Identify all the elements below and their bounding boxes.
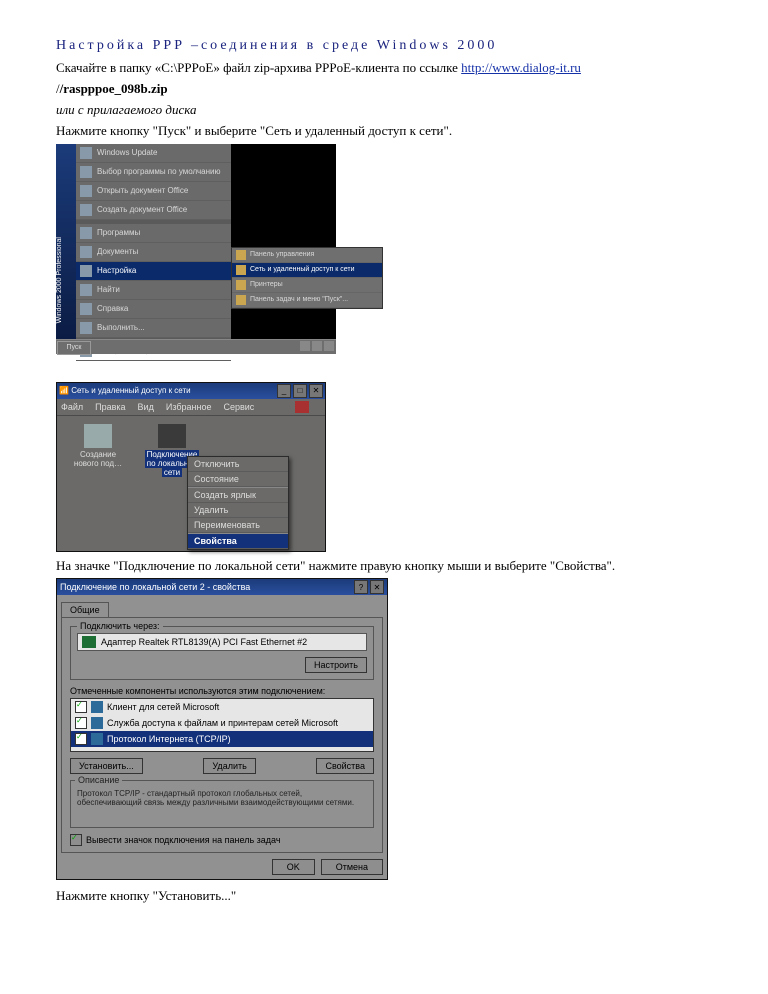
start-item[interactable]: Выбор программы по умолчанию [76,163,231,182]
dialog-title: Подключение по локальной сети 2 - свойст… [60,582,250,592]
submenu-item-network[interactable]: Сеть и удаленный доступ к сети [232,263,382,278]
icon-new-connection[interactable]: Созданиенового под… [63,424,133,468]
page-title: Настройка PPP –соединения в среде Window… [56,38,716,54]
ctx-rename[interactable]: Переименовать [188,518,288,533]
submenu-item-printers[interactable]: Принтеры [232,278,382,293]
window-title: 📶 Сеть и удаленный доступ к сети [59,386,191,395]
group-components-label: Отмеченные компоненты используются этим … [70,686,374,696]
ctx-properties[interactable]: Свойства [188,534,288,549]
components-list[interactable]: Клиент для сетей Microsoft Служба доступ… [70,698,374,752]
ctx-status[interactable]: Состояние [188,472,288,487]
checkbox-icon[interactable] [75,733,87,745]
start-item[interactable]: Windows Update [76,144,231,163]
screenshot-properties-dialog: Подключение по локальной сети 2 - свойст… [56,578,388,880]
checkbox-icon[interactable] [75,701,87,713]
menu-edit[interactable]: Правка [95,402,125,412]
step3-text: Нажмите кнопку "Установить..." [56,888,716,905]
dialog-titlebar: Подключение по локальной сети 2 - свойст… [57,579,387,595]
screenshot-network-folder: 📶 Сеть и удаленный доступ к сети _ □ ✕ Ф… [56,382,326,552]
component-row[interactable]: Служба доступа к файлам и принтерам сете… [71,715,373,731]
install-button[interactable]: Установить... [70,758,143,774]
cancel-button[interactable]: Отмена [321,859,383,875]
context-menu: Отключить Состояние Создать ярлык Удалит… [187,456,289,550]
menu-file[interactable]: Файл [61,402,83,412]
tab-general[interactable]: Общие [61,602,109,617]
step1-text: Нажмите кнопку "Пуск" и выберите "Сеть и… [56,123,716,140]
start-item-find[interactable]: Найти [76,281,231,300]
start-menu: Windows Update Выбор программы по умолча… [76,144,231,349]
lan-connection-icon [158,424,186,448]
menu-view[interactable]: Вид [138,402,154,412]
component-icon [91,701,103,713]
nic-icon [82,636,96,648]
tray-checkbox[interactable] [70,834,82,846]
window-titlebar: 📶 Сеть и удаленный доступ к сети _ □ ✕ [57,383,325,399]
submenu-item-controlpanel[interactable]: Панель управления [232,248,382,263]
step2-text: На значке "Подключение по локальной сети… [56,558,716,575]
start-item-documents[interactable]: Документы [76,243,231,262]
start-button[interactable]: Пуск [57,341,91,355]
tray-checkbox-label: Вывести значок подключения на панель зад… [86,835,281,845]
component-row[interactable]: Клиент для сетей Microsoft [71,699,373,715]
properties-button[interactable]: Свойства [316,758,374,774]
close-button[interactable]: ✕ [309,384,323,398]
maximize-button[interactable]: □ [293,384,307,398]
start-item-settings[interactable]: Настройка [76,262,231,281]
ok-button[interactable]: OK [272,859,315,875]
tray-icons [298,341,334,351]
start-item-run[interactable]: Выполнить... [76,319,231,338]
start-item[interactable]: Открыть документ Office [76,182,231,201]
description-box: Описание Протокол TCP/IP - стандартный п… [70,780,374,828]
ctx-delete[interactable]: Удалить [188,503,288,518]
remove-button[interactable]: Удалить [203,758,255,774]
minimize-button[interactable]: _ [277,384,291,398]
submenu-item-taskbar[interactable]: Панель задач и меню "Пуск"... [232,293,382,308]
component-icon [91,733,103,745]
description-label: Описание [75,775,122,785]
start-item[interactable]: Создать документ Office [76,201,231,220]
menubar: Файл Правка Вид Избранное Сервис [57,399,325,416]
help-button[interactable]: ? [354,580,368,594]
new-connection-icon [84,424,112,448]
menu-favorites[interactable]: Избранное [166,402,212,412]
intro-paragraph: Скачайте в папку «C:\PPPoE» файл zip-арх… [56,60,716,77]
zip-filename: //raspppoe_098b.zip [56,81,716,98]
component-icon [91,717,103,729]
ctx-shortcut[interactable]: Создать ярлык [188,488,288,503]
start-sideband: Windows 2000 Professional [56,144,76,354]
ctx-disconnect[interactable]: Отключить [188,457,288,472]
component-row-tcpip[interactable]: Протокол Интернета (TCP/IP) [71,731,373,747]
start-item-programs[interactable]: Программы [76,224,231,243]
group-connect-via: Подключить через: [77,621,163,631]
menubar-overflow-icon[interactable] [295,401,309,413]
start-item-help[interactable]: Справка [76,300,231,319]
taskbar: Пуск [56,339,336,354]
menu-tools[interactable]: Сервис [223,402,254,412]
insert-disk-note: или с прилагаемого диска [56,102,716,119]
screenshot-start-menu: Windows 2000 Professional Windows Update… [56,144,336,354]
settings-submenu: Панель управления Сеть и удаленный досту… [231,247,383,309]
download-link[interactable]: http://www.dialog-it.ru [461,60,581,75]
document-page: Настройка PPP –соединения в среде Window… [0,0,768,994]
close-button[interactable]: ✕ [370,580,384,594]
adapter-field: Адаптер Realtek RTL8139(A) PCI Fast Ethe… [77,633,367,651]
checkbox-icon[interactable] [75,717,87,729]
configure-button[interactable]: Настроить [305,657,367,673]
